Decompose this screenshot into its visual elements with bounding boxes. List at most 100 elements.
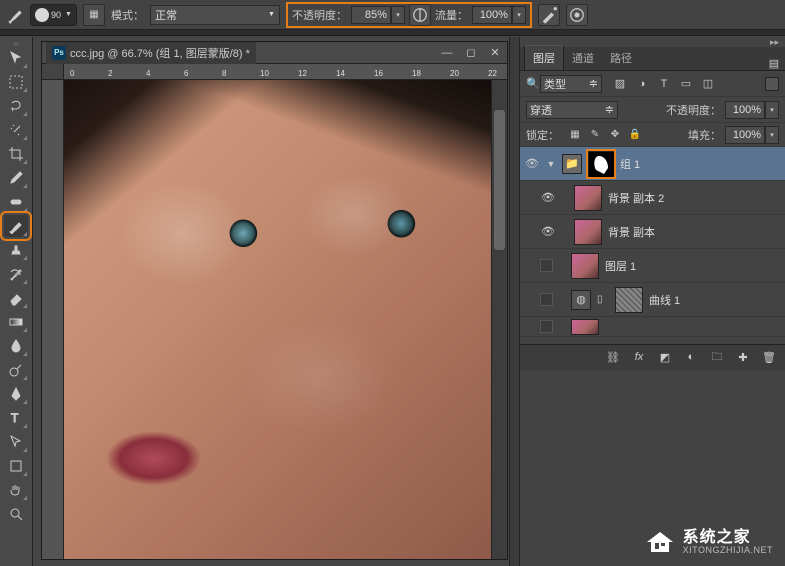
history-brush-tool[interactable] bbox=[4, 263, 28, 285]
layer-thumbnail[interactable] bbox=[574, 185, 602, 211]
lasso-tool[interactable] bbox=[4, 95, 28, 117]
layer-thumbnail[interactable] bbox=[571, 319, 599, 335]
filter-kind-select[interactable]: 类型≑ bbox=[540, 75, 602, 93]
brush-tool[interactable] bbox=[4, 215, 28, 237]
hand-tool[interactable] bbox=[4, 479, 28, 501]
new-adjustment-button[interactable]: ◐ bbox=[683, 349, 699, 365]
crop-tool[interactable] bbox=[4, 143, 28, 165]
panel-menu-button[interactable]: ▤ bbox=[763, 57, 785, 70]
magic-wand-tool[interactable] bbox=[4, 119, 28, 141]
eyedropper-tool[interactable] bbox=[4, 167, 28, 189]
path-selection-tool[interactable] bbox=[4, 431, 28, 453]
filter-adjust-icon[interactable]: ◑ bbox=[634, 76, 650, 92]
lock-position-icon[interactable]: ✥ bbox=[607, 127, 623, 143]
flow-input[interactable]: 100% bbox=[472, 6, 512, 24]
layer-name[interactable]: 图层 1 bbox=[605, 258, 636, 274]
layer-opacity-stepper[interactable]: ▾ bbox=[765, 101, 779, 119]
scrollbar-thumb[interactable] bbox=[494, 110, 505, 250]
healing-brush-tool[interactable] bbox=[4, 191, 28, 213]
layer-row[interactable]: 👁 背景 副本 2 bbox=[520, 181, 785, 215]
twirl-down-icon[interactable]: ▼ bbox=[546, 159, 556, 169]
visibility-toggle[interactable] bbox=[540, 320, 553, 333]
airbrush-toggle-icon[interactable] bbox=[538, 4, 560, 26]
layer-row[interactable]: ◍ ▯ 曲线 1 bbox=[520, 283, 785, 317]
close-button[interactable]: ✕ bbox=[483, 43, 507, 63]
new-layer-button[interactable]: ✚ bbox=[735, 349, 751, 365]
vertical-ruler[interactable] bbox=[42, 80, 64, 559]
dock-divider[interactable] bbox=[509, 37, 519, 566]
filter-pixel-icon[interactable]: ▨ bbox=[612, 76, 628, 92]
layer-blend-select[interactable]: 穿透≑ bbox=[526, 101, 618, 119]
chevron-down-icon: ▼ bbox=[268, 11, 275, 18]
layer-thumbnail[interactable] bbox=[574, 219, 602, 245]
lock-fill-row: 锁定： ▦ ✎ ✥ 🔒 填充： 100% ▾ bbox=[520, 123, 785, 147]
delete-layer-button[interactable]: 🗑 bbox=[761, 349, 777, 365]
opacity-input[interactable]: 85% bbox=[351, 6, 391, 24]
fill-input[interactable]: 100% bbox=[725, 126, 765, 144]
eraser-tool[interactable] bbox=[4, 287, 28, 309]
group-folder-icon: 📁 bbox=[562, 154, 582, 174]
lock-pixels-icon[interactable]: ✎ bbox=[587, 127, 603, 143]
panel-grip-icon[interactable]: ›› bbox=[1, 39, 31, 47]
pen-tool[interactable] bbox=[4, 383, 28, 405]
opacity-stepper[interactable]: ▾ bbox=[391, 6, 405, 24]
move-tool[interactable] bbox=[4, 47, 28, 69]
layer-name[interactable]: 曲线 1 bbox=[649, 292, 680, 308]
layer-mask-thumbnail[interactable] bbox=[588, 151, 614, 177]
filter-shape-icon[interactable]: ▭ bbox=[678, 76, 694, 92]
new-group-button[interactable]: 🗀 bbox=[709, 349, 725, 365]
pressure-size-icon[interactable] bbox=[566, 4, 588, 26]
document-tab[interactable]: Ps ccc.jpg @ 66.7% (组 1, 图层蒙版/8) * bbox=[46, 42, 256, 64]
layer-opacity-input[interactable]: 100% bbox=[725, 101, 765, 119]
flow-stepper[interactable]: ▾ bbox=[512, 6, 526, 24]
gradient-tool[interactable] bbox=[4, 311, 28, 333]
filter-smart-icon[interactable]: ◫ bbox=[700, 76, 716, 92]
blur-tool[interactable] bbox=[4, 335, 28, 357]
visibility-toggle[interactable] bbox=[540, 293, 553, 306]
ruler-origin[interactable] bbox=[42, 64, 64, 80]
shape-tool[interactable] bbox=[4, 455, 28, 477]
minimize-button[interactable]: — bbox=[435, 43, 459, 63]
brush-panel-toggle-icon[interactable]: ▦ bbox=[83, 4, 105, 26]
layer-row-partial[interactable] bbox=[520, 317, 785, 337]
layer-row[interactable]: 图层 1 bbox=[520, 249, 785, 283]
dodge-tool[interactable] bbox=[4, 359, 28, 381]
visibility-toggle[interactable]: 👁 bbox=[524, 156, 540, 172]
visibility-toggle[interactable]: 👁 bbox=[540, 190, 556, 206]
watermark-logo-icon bbox=[643, 528, 677, 556]
layer-name[interactable]: 组 1 bbox=[620, 156, 640, 172]
layer-thumbnail[interactable] bbox=[571, 253, 599, 279]
brush-preset-picker[interactable]: 90 ▼ bbox=[30, 4, 77, 26]
lock-all-icon[interactable]: 🔒 bbox=[627, 127, 643, 143]
brush-preview-icon bbox=[35, 8, 49, 22]
zoom-tool[interactable] bbox=[4, 503, 28, 525]
opacity-label: 不透明度： bbox=[292, 7, 347, 23]
vertical-scrollbar[interactable] bbox=[491, 80, 507, 559]
layer-mask-thumbnail[interactable] bbox=[615, 287, 643, 313]
fill-stepper[interactable]: ▾ bbox=[765, 126, 779, 144]
blend-mode-select[interactable]: 正常 ▼ bbox=[150, 5, 280, 25]
filter-toggle-switch[interactable] bbox=[765, 77, 779, 91]
marquee-tool[interactable] bbox=[4, 71, 28, 93]
link-icon[interactable]: ▯ bbox=[597, 294, 609, 305]
filter-type-icon[interactable]: T bbox=[656, 76, 672, 92]
tab-paths[interactable]: 路径 bbox=[602, 46, 640, 70]
tab-channels[interactable]: 通道 bbox=[564, 46, 602, 70]
lock-transparent-icon[interactable]: ▦ bbox=[567, 127, 583, 143]
layer-name[interactable]: 背景 副本 2 bbox=[608, 190, 664, 206]
horizontal-ruler[interactable]: 0 2 4 6 8 10 12 14 16 18 20 22 bbox=[64, 64, 507, 80]
canvas-area[interactable] bbox=[64, 80, 507, 559]
layer-row-group[interactable]: 👁 ▼ 📁 组 1 bbox=[520, 147, 785, 181]
maximize-button[interactable]: ◻ bbox=[459, 43, 483, 63]
visibility-toggle[interactable]: 👁 bbox=[540, 224, 556, 240]
layer-row[interactable]: 👁 背景 副本 bbox=[520, 215, 785, 249]
pressure-opacity-icon[interactable] bbox=[409, 4, 431, 26]
link-layers-button[interactable]: ⛓ bbox=[605, 349, 621, 365]
clone-stamp-tool[interactable] bbox=[4, 239, 28, 261]
layer-style-button[interactable]: fx bbox=[631, 349, 647, 365]
visibility-toggle[interactable] bbox=[540, 259, 553, 272]
add-mask-button[interactable]: ◩ bbox=[657, 349, 673, 365]
type-tool[interactable]: T bbox=[4, 407, 28, 429]
tab-layers[interactable]: 图层 bbox=[524, 45, 564, 70]
layer-name[interactable]: 背景 副本 bbox=[608, 224, 655, 240]
